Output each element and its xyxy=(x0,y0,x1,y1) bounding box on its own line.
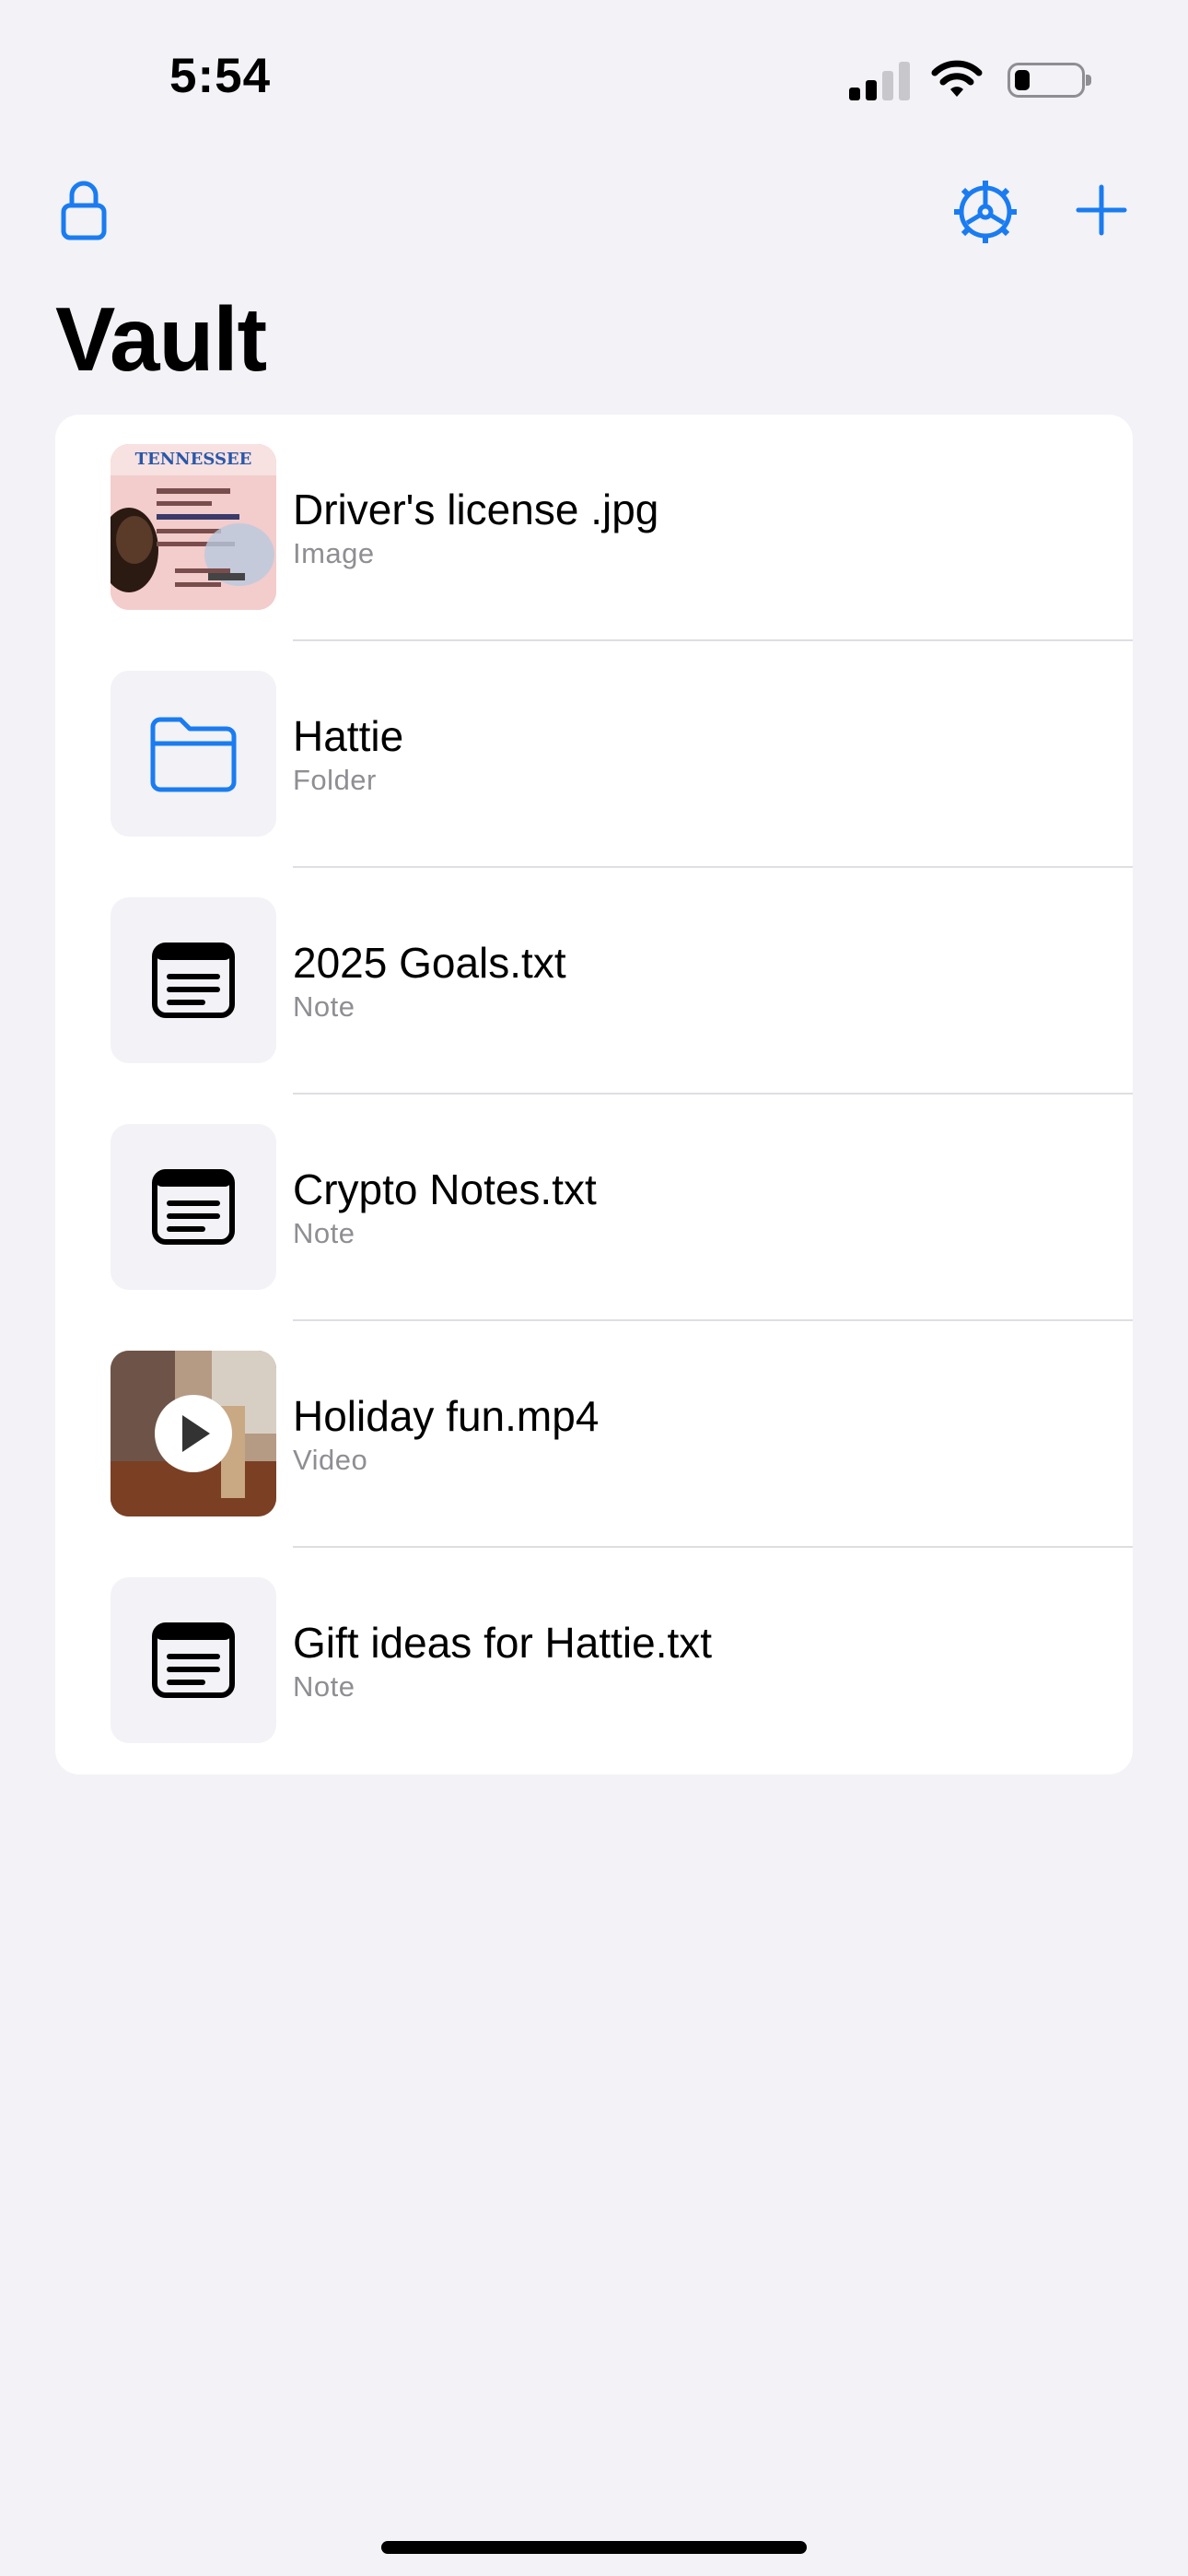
item-title: Driver's license .jpg xyxy=(293,486,659,533)
status-time: 5:54 xyxy=(169,49,272,103)
thumbnail xyxy=(111,671,276,837)
item-title: Holiday fun.mp4 xyxy=(293,1392,600,1440)
item-type: Note xyxy=(293,990,355,1023)
list-item-gift-ideas[interactable]: Gift ideas for Hattie.txt Note xyxy=(55,1548,1133,1774)
lock-icon xyxy=(61,181,107,240)
list-item-hattie-folder[interactable]: Hattie Folder xyxy=(55,641,1133,868)
gear-icon xyxy=(954,181,1017,243)
note-icon xyxy=(152,943,235,1018)
item-type: Video xyxy=(293,1444,368,1476)
status-bar: 5:54 xyxy=(0,0,1188,157)
thumbnail xyxy=(111,1124,276,1290)
status-icons xyxy=(849,57,1091,103)
item-type: Note xyxy=(293,1670,355,1703)
folder-icon xyxy=(150,717,237,792)
plus-icon xyxy=(1076,184,1127,236)
add-button[interactable] xyxy=(1068,177,1135,243)
home-indicator[interactable] xyxy=(381,2541,807,2554)
item-type: Folder xyxy=(293,764,377,796)
settings-button[interactable] xyxy=(949,175,1022,249)
battery-icon xyxy=(1007,63,1091,98)
note-icon xyxy=(152,1622,235,1698)
wifi-icon xyxy=(931,60,983,97)
video-thumbnail xyxy=(111,1351,276,1516)
list-item-drivers-license[interactable]: TENNESSEE Driver's license .jpg Image xyxy=(55,415,1133,641)
thumbnail xyxy=(111,1577,276,1743)
item-title: Crypto Notes.txt xyxy=(293,1165,597,1213)
cellular-signal-icon xyxy=(849,60,910,100)
item-type: Image xyxy=(293,537,375,569)
license-photo-thumbnail: TENNESSEE xyxy=(111,444,276,610)
note-icon xyxy=(152,1169,235,1245)
svg-text:TENNESSEE: TENNESSEE xyxy=(135,450,252,469)
item-title: Hattie xyxy=(293,712,404,760)
item-title: 2025 Goals.txt xyxy=(293,939,566,987)
list-item-holiday-fun[interactable]: Holiday fun.mp4 Video xyxy=(55,1321,1133,1548)
list-item-crypto-notes[interactable]: Crypto Notes.txt Note xyxy=(55,1095,1133,1321)
page-title: Vault xyxy=(55,288,267,390)
vault-list: TENNESSEE Driver's license .jpg Image Ha… xyxy=(55,415,1133,1774)
item-type: Note xyxy=(293,1217,355,1249)
lock-button[interactable] xyxy=(52,173,116,247)
item-title: Gift ideas for Hattie.txt xyxy=(293,1619,713,1667)
thumbnail xyxy=(111,897,276,1063)
list-item-2025-goals[interactable]: 2025 Goals.txt Note xyxy=(55,868,1133,1095)
